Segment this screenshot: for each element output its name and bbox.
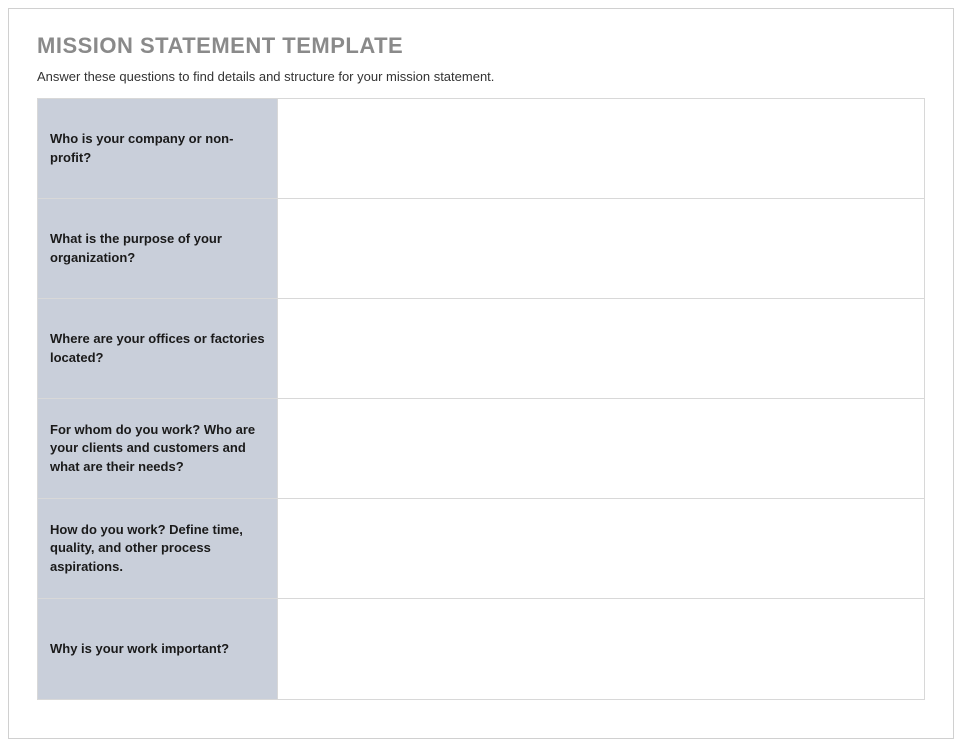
question-label: Why is your work important?: [38, 599, 278, 699]
question-label: Who is your company or non-profit?: [38, 99, 278, 198]
answer-field[interactable]: [278, 399, 924, 498]
answer-field[interactable]: [278, 299, 924, 398]
table-row: Where are your offices or factories loca…: [38, 299, 924, 399]
answer-field[interactable]: [278, 99, 924, 198]
table-row: Why is your work important?: [38, 599, 924, 699]
questions-table: Who is your company or non-profit? What …: [37, 98, 925, 700]
answer-field[interactable]: [278, 599, 924, 699]
table-row: How do you work? Define time, quality, a…: [38, 499, 924, 599]
document-page: MISSION STATEMENT TEMPLATE Answer these …: [8, 8, 954, 739]
question-label: For whom do you work? Who are your clien…: [38, 399, 278, 498]
question-label: What is the purpose of your organization…: [38, 199, 278, 298]
table-row: For whom do you work? Who are your clien…: [38, 399, 924, 499]
question-label: How do you work? Define time, quality, a…: [38, 499, 278, 598]
table-row: What is the purpose of your organization…: [38, 199, 924, 299]
question-label: Where are your offices or factories loca…: [38, 299, 278, 398]
page-title: MISSION STATEMENT TEMPLATE: [37, 33, 925, 59]
answer-field[interactable]: [278, 199, 924, 298]
table-row: Who is your company or non-profit?: [38, 99, 924, 199]
page-subtitle: Answer these questions to find details a…: [37, 69, 925, 84]
answer-field[interactable]: [278, 499, 924, 598]
